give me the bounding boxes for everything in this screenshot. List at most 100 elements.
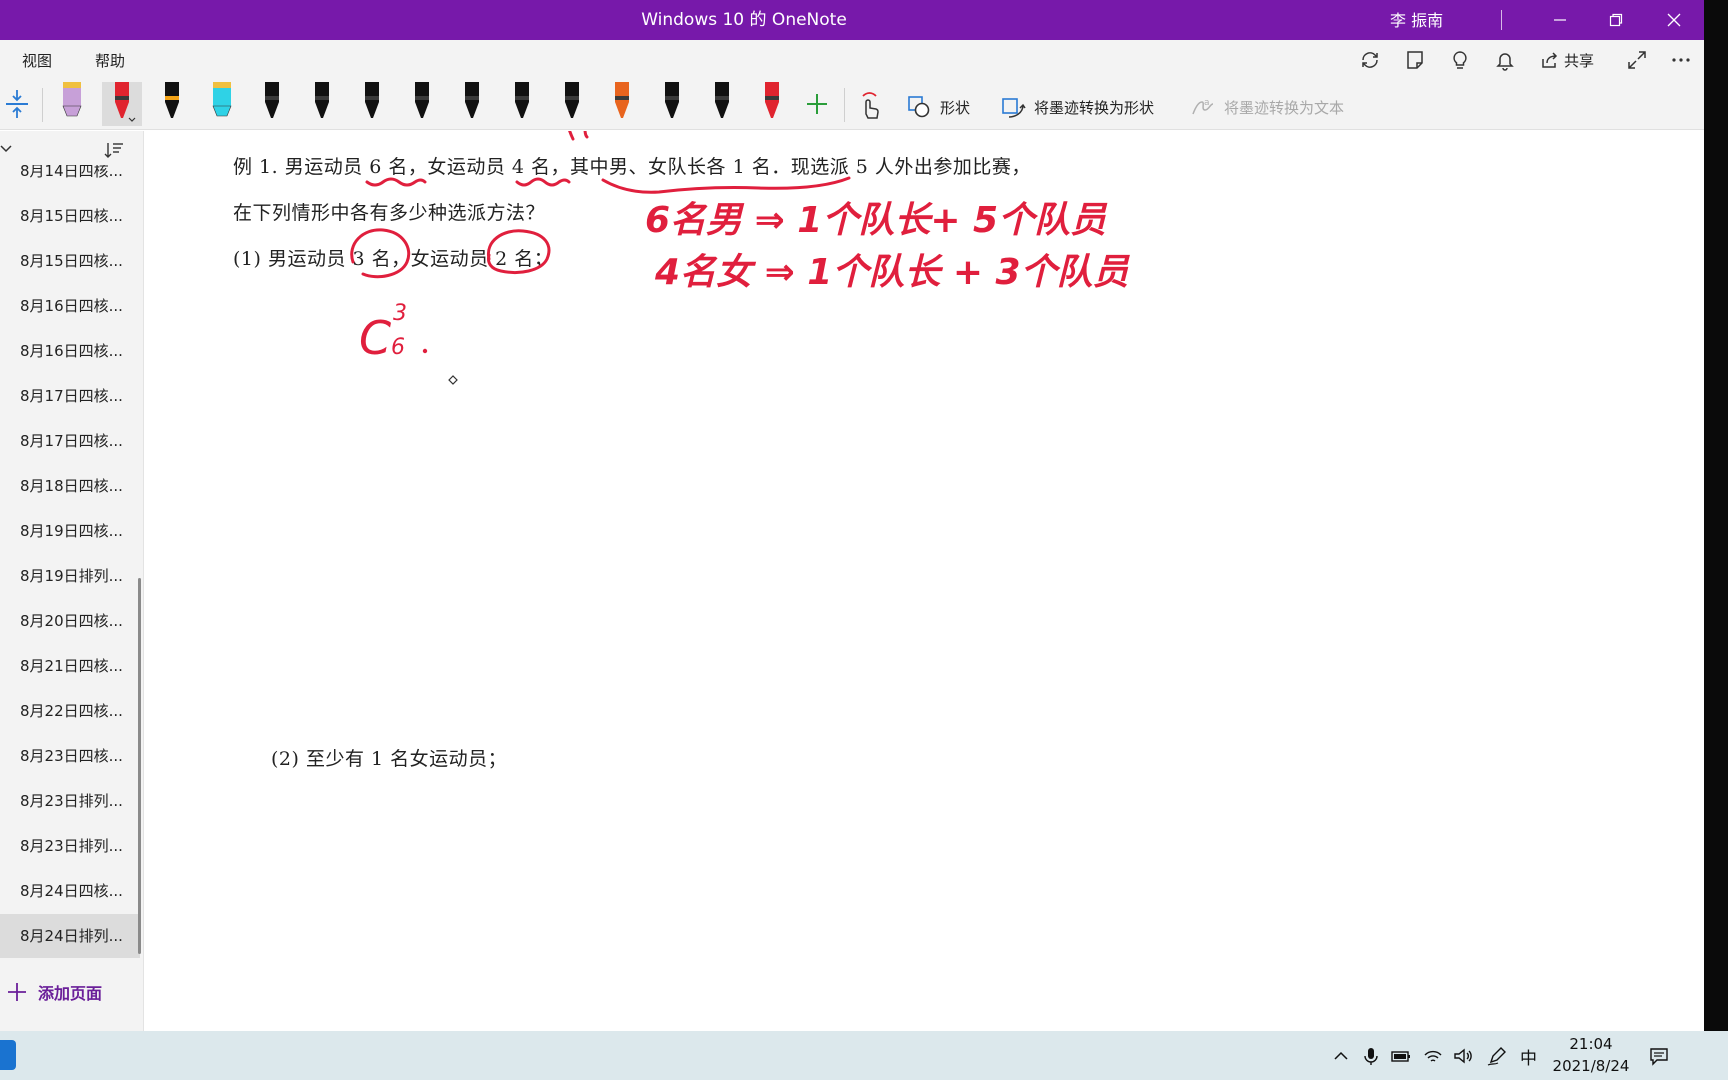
minimize-button[interactable] xyxy=(1532,0,1588,40)
pen-pen-black-5[interactable] xyxy=(702,82,742,126)
sidebar-page-item[interactable]: 8月17日四核... xyxy=(0,419,140,463)
sidebar-scrollbar[interactable] xyxy=(138,578,141,954)
sidebar-page-item[interactable]: 8月15日四核... xyxy=(0,239,140,283)
user-name[interactable]: 李 振南 xyxy=(1390,0,1443,40)
ink-note-men: 6名男 ⇒ 1个队长+ 5个队员 xyxy=(645,200,1107,241)
ink-formula-c: C xyxy=(359,311,392,365)
menu-view[interactable]: 视图 xyxy=(22,50,52,71)
speaker-icon xyxy=(1454,1048,1472,1064)
pen-pen-black-orange-galaxy[interactable] xyxy=(602,82,642,126)
ink-formula-sup: 3 xyxy=(393,301,407,326)
share-label: 共享 xyxy=(1564,51,1595,70)
add-page-label: 添加页面 xyxy=(38,984,103,1003)
pen-pen-black-1[interactable] xyxy=(452,82,492,126)
pen-workspace-tray[interactable] xyxy=(1486,1045,1508,1067)
sync-icon xyxy=(1362,52,1378,68)
add-pen-button[interactable] xyxy=(797,82,837,126)
pen-pen-black-2[interactable] xyxy=(502,82,542,126)
sidebar-page-item[interactable]: 8月18日四核... xyxy=(0,464,140,508)
pen-highlighter-lavender[interactable] xyxy=(52,82,92,126)
screen-edge xyxy=(1704,0,1728,1031)
sidebar-page-item[interactable]: 8月19日四核... xyxy=(0,509,140,553)
sync-button[interactable] xyxy=(1358,48,1382,72)
add-page-button[interactable]: 添加页面 xyxy=(0,971,143,1013)
sidebar-page-item[interactable]: 8月24日四核... xyxy=(0,869,140,913)
sidebar-page-item[interactable]: 8月17日四核... xyxy=(0,374,140,418)
sidebar-page-item[interactable]: 8月23日四核... xyxy=(0,734,140,778)
pen-highlighter-cyan[interactable] xyxy=(202,82,242,126)
pen-icon xyxy=(515,82,529,118)
shapes-icon xyxy=(908,96,930,118)
fullscreen-button[interactable] xyxy=(1625,48,1649,72)
page-canvas[interactable]: 例 1. 男运动员 6 名，女运动员 4 名，其中男、女队长各 1 名．现选派 … xyxy=(145,131,1704,1031)
chevron-up-icon xyxy=(1334,1051,1348,1060)
clock-time: 21:04 xyxy=(1569,1035,1613,1053)
ink-underline-6 xyxy=(365,177,427,187)
input-method-indicator[interactable]: 中 xyxy=(1520,1044,1537,1069)
pen-icon xyxy=(415,82,429,118)
ink-underline-4 xyxy=(515,177,571,187)
ink-circle-2 xyxy=(486,229,551,274)
show-hidden-icons[interactable] xyxy=(1330,1045,1352,1067)
system-clock[interactable]: 21:04 2021/8/24 xyxy=(1548,1033,1634,1077)
action-center-button[interactable] xyxy=(1648,1045,1670,1067)
ink-note-women: 4名女 ⇒ 1个队长 + 3个队员 xyxy=(655,252,1129,293)
volume-tray[interactable] xyxy=(1452,1045,1474,1067)
pen-pen-red[interactable] xyxy=(102,82,142,126)
taskbar-app-icon[interactable] xyxy=(0,1040,16,1070)
pen-pen-red-2[interactable] xyxy=(752,82,792,126)
more-icon xyxy=(1672,58,1690,62)
sidebar-page-item[interactable]: 8月19日排列... xyxy=(0,554,140,598)
sidebar-page-item[interactable]: 8月23日排列... xyxy=(0,779,140,823)
plus-icon xyxy=(8,983,26,1001)
page-view-button[interactable] xyxy=(1403,48,1427,72)
share-icon xyxy=(1542,52,1558,68)
pen-icon xyxy=(715,82,729,118)
sort-icon[interactable] xyxy=(104,141,124,159)
sidebar-page-item[interactable]: 8月16日四核... xyxy=(0,329,140,373)
ink-to-text-button[interactable]: a 将墨迹转换为文本 xyxy=(1190,94,1344,120)
menu-help[interactable]: 帮助 xyxy=(95,50,125,71)
sidebar-page-item[interactable]: 8月15日四核... xyxy=(0,194,140,238)
network-tray[interactable] xyxy=(1422,1045,1444,1067)
pen-pen-black-orange[interactable] xyxy=(352,82,392,126)
shapes-label: 形状 xyxy=(940,98,971,117)
sidebar-page-item[interactable]: 8月22日四核... xyxy=(0,689,140,733)
sidebar-page-item[interactable]: 8月21日四核... xyxy=(0,644,140,688)
close-icon xyxy=(1667,13,1681,27)
pen-pen-black-4[interactable] xyxy=(652,82,692,126)
shapes-button[interactable]: 形状 xyxy=(906,94,970,120)
chevron-down-icon[interactable] xyxy=(0,143,14,155)
pen-pen-black-lightblue[interactable] xyxy=(402,82,442,126)
pen-pen-black-green[interactable] xyxy=(302,82,342,126)
sidebar-page-item[interactable]: 8月20日四核... xyxy=(0,599,140,643)
microphone-icon xyxy=(1364,1048,1378,1065)
notifications-button[interactable] xyxy=(1493,48,1517,72)
close-button[interactable] xyxy=(1646,0,1702,40)
restore-button[interactable] xyxy=(1588,0,1644,40)
sidebar-page-item[interactable]: 8月23日排列... xyxy=(0,824,140,868)
sidebar-page-item[interactable]: 8月24日排列... xyxy=(0,914,140,958)
touch-draw-button[interactable] xyxy=(850,82,890,126)
pen-pen-black-blue[interactable] xyxy=(252,82,292,126)
share-button[interactable]: 共享 xyxy=(1540,48,1594,72)
ink-to-shape-icon xyxy=(1002,98,1026,118)
pen-icon xyxy=(665,82,679,118)
pen-pen-black-rainbow[interactable] xyxy=(152,82,192,126)
add-icon xyxy=(807,94,827,114)
ink-cursor xyxy=(448,375,458,385)
tell-me-button[interactable] xyxy=(1448,48,1472,72)
insert-space-tool[interactable] xyxy=(0,82,34,126)
ink-circle-3 xyxy=(350,228,411,279)
microphone-tray[interactable] xyxy=(1360,1045,1382,1067)
more-options-button[interactable] xyxy=(1669,48,1693,72)
lightbulb-icon xyxy=(1453,51,1467,69)
ink-dot xyxy=(422,348,428,354)
minimize-icon xyxy=(1554,19,1566,21)
ink-to-shape-button[interactable]: 将墨迹转换为形状 xyxy=(1000,94,1154,120)
pen-icon xyxy=(565,82,579,118)
battery-tray[interactable] xyxy=(1390,1045,1412,1067)
toolbar-separator xyxy=(42,88,43,122)
sidebar-page-item[interactable]: 8月16日四核... xyxy=(0,284,140,328)
pen-pen-black-3[interactable] xyxy=(552,82,592,126)
